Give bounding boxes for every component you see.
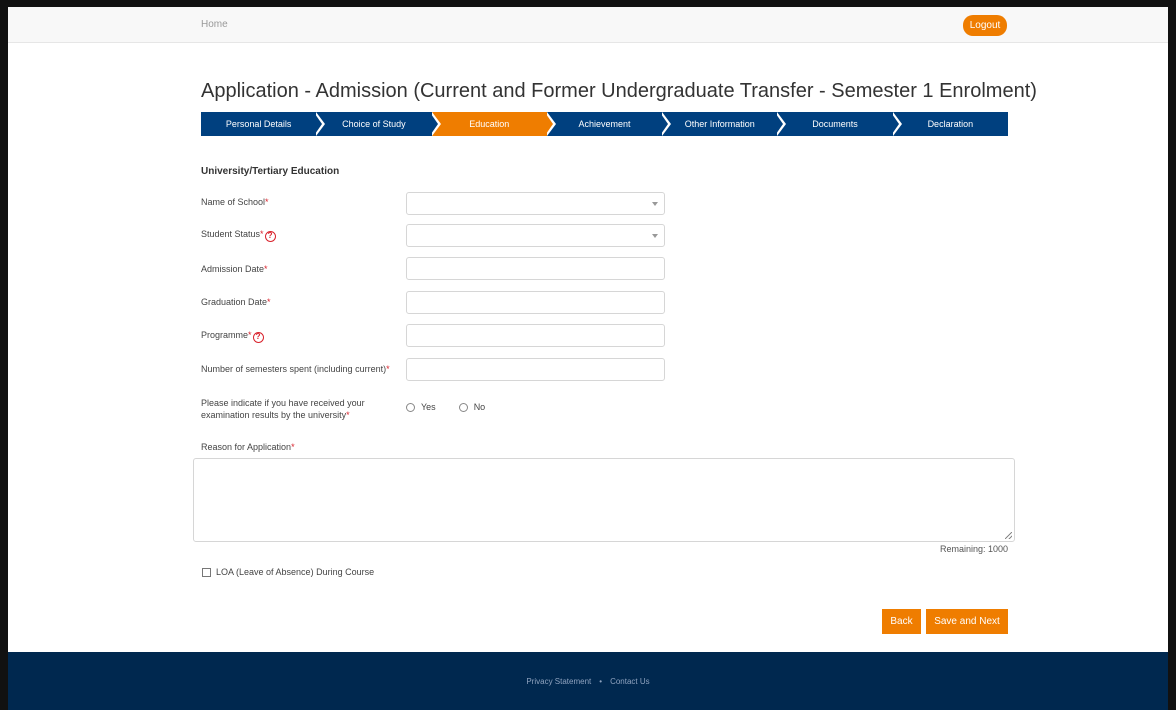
- home-link[interactable]: Home: [201, 19, 228, 30]
- help-icon[interactable]: ?: [252, 332, 264, 343]
- required-marker: *: [248, 330, 252, 340]
- radio-no[interactable]: No: [458, 402, 485, 412]
- step-label: Choice of Study: [342, 119, 406, 129]
- chevron-down-icon: [652, 202, 658, 206]
- loa-checkbox[interactable]: LOA (Leave of Absence) During Course: [202, 567, 374, 577]
- graduation-date-input[interactable]: [406, 291, 665, 314]
- required-marker: *: [265, 197, 269, 207]
- checkbox-icon: [202, 567, 211, 577]
- save-and-next-button[interactable]: Save and Next: [926, 609, 1008, 634]
- reason-textarea[interactable]: [193, 458, 1015, 542]
- required-marker: *: [291, 442, 295, 452]
- section-heading: University/Tertiary Education: [201, 166, 340, 177]
- exam-results-radio-group: Yes No: [406, 402, 485, 412]
- required-marker: *: [267, 297, 271, 307]
- graduation-date-label: Graduation Date*: [201, 297, 271, 307]
- required-marker: *: [346, 410, 350, 420]
- footer: Privacy Statement • Contact Us: [8, 652, 1168, 710]
- step-personal-details[interactable]: Personal Details: [201, 112, 326, 136]
- semesters-spent-label: Number of semesters spent (including cur…: [201, 364, 390, 374]
- step-education[interactable]: Education: [431, 112, 556, 136]
- window-frame: [0, 0, 1176, 710]
- step-choice-of-study[interactable]: Choice of Study: [316, 112, 441, 136]
- reason-label: Reason for Application*: [201, 442, 295, 452]
- name-of-school-select[interactable]: [406, 192, 665, 215]
- resize-handle-icon[interactable]: [1005, 532, 1012, 539]
- page-title: Application - Admission (Current and For…: [201, 80, 1037, 102]
- contact-us-link[interactable]: Contact Us: [610, 677, 650, 686]
- help-icon[interactable]: ?: [264, 231, 276, 242]
- radio-circle-icon: [406, 402, 415, 412]
- admission-date-input[interactable]: [406, 257, 665, 280]
- step-label: Documents: [812, 119, 858, 129]
- logout-button[interactable]: Logout: [963, 15, 1007, 36]
- back-button[interactable]: Back: [882, 609, 921, 634]
- step-label: Other Information: [684, 119, 755, 129]
- step-label: Declaration: [927, 119, 974, 129]
- exam-results-label: Please indicate if you have received you…: [201, 398, 365, 420]
- footer-separator: •: [599, 676, 603, 686]
- progress-steps: Personal Details Choice of Study Educati…: [201, 112, 1008, 136]
- loa-checkbox-label: LOA (Leave of Absence) During Course: [216, 567, 375, 577]
- semesters-spent-input[interactable]: [406, 358, 665, 381]
- step-label: Achievement: [578, 119, 631, 129]
- required-marker: *: [260, 229, 264, 239]
- radio-circle-icon: [458, 402, 468, 412]
- required-marker: *: [264, 264, 268, 274]
- student-status-label: Student Status*?: [201, 229, 276, 242]
- step-documents[interactable]: Documents: [777, 112, 902, 136]
- step-declaration[interactable]: Declaration: [893, 112, 1008, 136]
- name-of-school-label: Name of School*: [201, 197, 269, 207]
- remaining-count: Remaining: 1000: [939, 544, 1008, 554]
- programme-input[interactable]: [406, 324, 665, 347]
- step-label: Personal Details: [225, 119, 292, 129]
- student-status-select[interactable]: [406, 224, 665, 247]
- programme-label: Programme*?: [201, 330, 264, 343]
- required-marker: *: [386, 364, 390, 374]
- step-label: Education: [469, 119, 510, 129]
- step-other-information[interactable]: Other Information: [662, 112, 787, 136]
- chevron-down-icon: [652, 234, 658, 238]
- step-achievement[interactable]: Achievement: [547, 112, 672, 136]
- privacy-statement-link[interactable]: Privacy Statement: [526, 677, 591, 686]
- admission-date-label: Admission Date*: [201, 264, 268, 274]
- radio-yes[interactable]: Yes: [406, 402, 436, 412]
- top-nav-bar: Home Logout: [8, 7, 1168, 43]
